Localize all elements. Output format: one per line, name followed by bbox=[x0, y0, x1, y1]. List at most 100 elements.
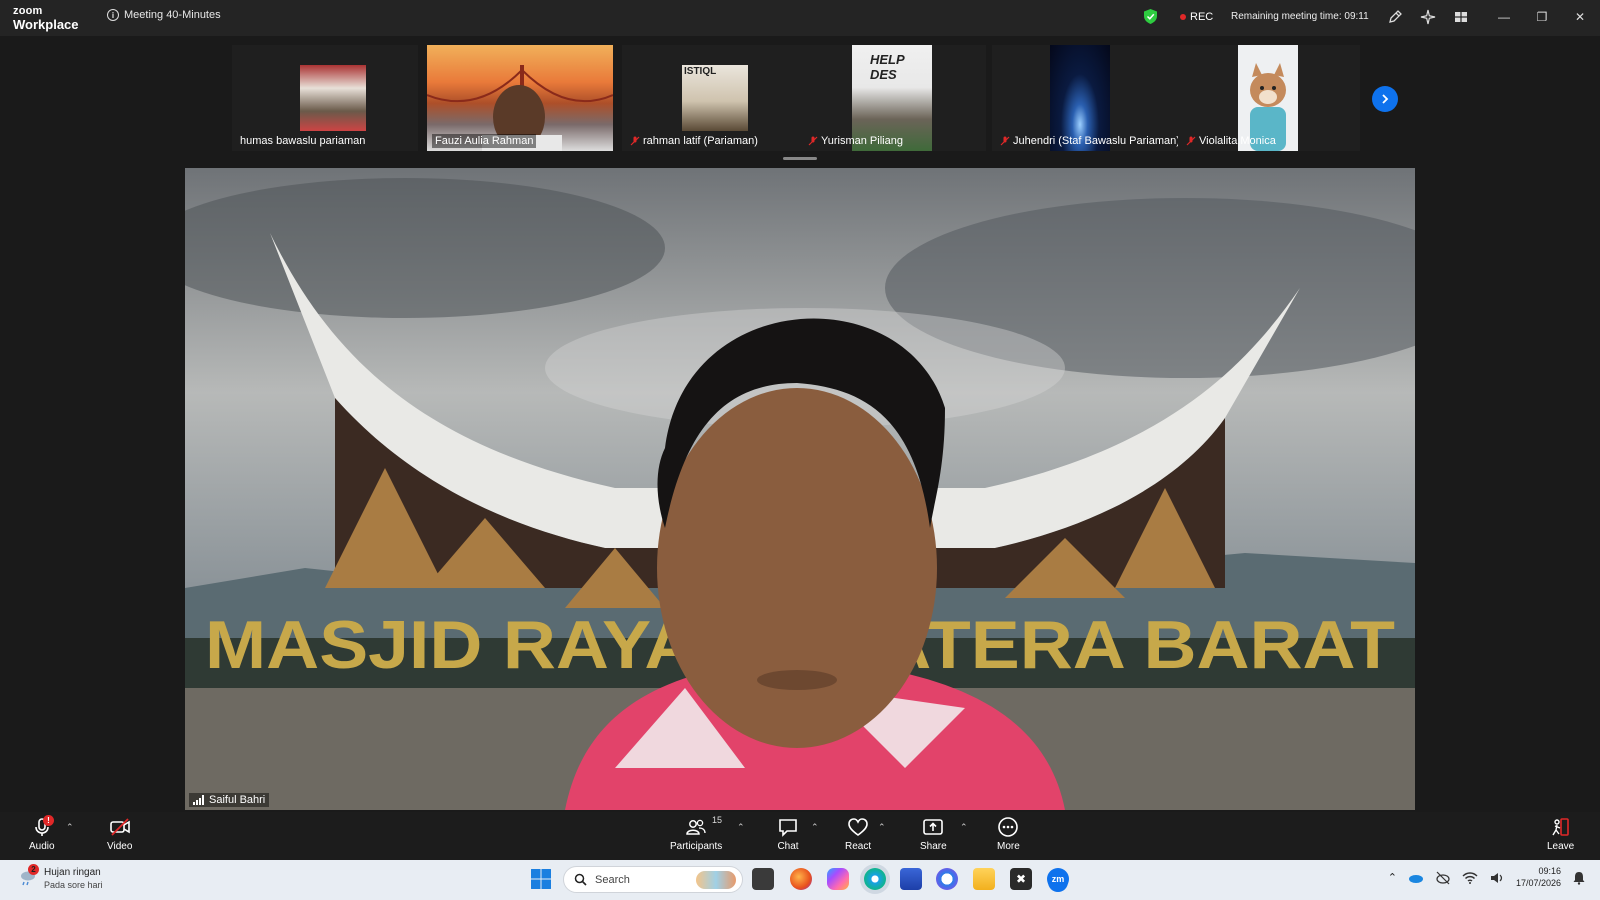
sync-off-icon[interactable] bbox=[1435, 871, 1451, 885]
participant-video: ISTIQL bbox=[682, 65, 748, 131]
chrome-like-browser-icon[interactable] bbox=[936, 868, 958, 890]
annotate-pen-icon[interactable] bbox=[1387, 9, 1403, 25]
clock-date: 17/07/2026 bbox=[1515, 877, 1561, 888]
capcut-icon[interactable]: ✖ bbox=[1010, 868, 1032, 890]
leave-door-icon bbox=[1552, 818, 1569, 836]
zoom-workplace-logo: zoom Workplace bbox=[13, 5, 79, 32]
weather-badge: 2 bbox=[28, 864, 39, 875]
participant-name: Fauzi Aulia Rahman bbox=[432, 134, 537, 148]
participant-strip: humas bawaslu pariaman Fauzi Aulia Rahma… bbox=[232, 45, 1360, 151]
speaker-name-tag: Saiful Bahri bbox=[189, 793, 270, 807]
weather-widget[interactable]: 2 Hujan ringan Pada sore hari bbox=[18, 864, 103, 890]
file-explorer-icon[interactable] bbox=[973, 868, 995, 890]
weather-rain-icon: 2 bbox=[18, 864, 39, 887]
recording-indicator[interactable]: REC bbox=[1180, 11, 1213, 23]
remaining-time: Remaining meeting time: 09:11 bbox=[1231, 11, 1369, 22]
participant-tile[interactable]: humas bawaslu pariaman bbox=[232, 45, 418, 151]
share-button[interactable]: Share bbox=[920, 816, 947, 852]
participants-options-caret[interactable]: ⌃ bbox=[737, 822, 745, 833]
connection-signal-icon bbox=[193, 795, 204, 805]
task-view-icon[interactable] bbox=[752, 868, 774, 890]
share-options-caret[interactable]: ⌃ bbox=[960, 822, 968, 833]
system-tray: ⌃ 09:16 17/07/2026 bbox=[1388, 866, 1586, 889]
chevron-right-icon bbox=[1382, 94, 1389, 104]
heart-icon bbox=[848, 818, 868, 836]
weather-title: Hujan ringan bbox=[44, 867, 101, 878]
windows-taskbar: 2 Hujan ringan Pada sore hari Search ✖ z… bbox=[0, 860, 1600, 900]
taskbar-search[interactable]: Search bbox=[563, 866, 743, 893]
active-speaker-video: MASJID RAYA SUMATERA BARAT Saiful Bahri bbox=[185, 168, 1415, 810]
chat-bubble-icon bbox=[779, 819, 797, 837]
meeting-info-button[interactable]: i Meeting 40-Minutes bbox=[107, 9, 221, 21]
show-hidden-icons-chevron-up-icon[interactable]: ⌃ bbox=[1388, 871, 1397, 884]
chat-options-caret[interactable]: ⌃ bbox=[811, 822, 819, 833]
audio-button[interactable]: Audio ! bbox=[29, 815, 55, 852]
participant-video bbox=[300, 65, 366, 131]
speaker-name: Saiful Bahri bbox=[209, 794, 266, 806]
record-dot-icon bbox=[1180, 14, 1186, 20]
onedrive-cloud-icon[interactable] bbox=[1408, 872, 1424, 884]
ai-companion-sparkle-icon[interactable] bbox=[1420, 9, 1436, 25]
participants-button[interactable]: Participants 15 bbox=[670, 815, 723, 852]
participant-name: Juhendri (Staf Bawaslu Pariaman) bbox=[997, 134, 1178, 148]
virtual-background: MASJID RAYA SUMATERA BARAT bbox=[185, 168, 1415, 810]
participant-tile[interactable]: ISTIQL rahman latif (Pariaman) bbox=[622, 45, 808, 151]
search-icon bbox=[574, 873, 587, 886]
windows-start-icon[interactable] bbox=[530, 868, 552, 890]
weather-subtitle: Pada sore hari bbox=[44, 880, 103, 890]
strip-resize-handle[interactable] bbox=[783, 157, 817, 160]
meeting-title: Meeting 40-Minutes bbox=[124, 9, 221, 21]
video-off-icon bbox=[109, 818, 130, 836]
edge-browser-icon[interactable] bbox=[864, 868, 886, 890]
meeting-controls: Audio ! ⌃ Video Participants 15 ⌃ Chat ⌃ bbox=[0, 812, 1600, 860]
volume-icon[interactable] bbox=[1489, 871, 1505, 885]
participant-tile[interactable]: Juhendri (Staf Bawaslu Pariaman) bbox=[992, 45, 1178, 151]
taskbar-clock[interactable]: 09:16 17/07/2026 bbox=[1516, 866, 1561, 889]
firefox-icon[interactable] bbox=[790, 868, 812, 890]
title-bar: zoom Workplace i Meeting 40-Minutes REC … bbox=[0, 0, 1600, 36]
more-button[interactable]: More bbox=[997, 816, 1020, 852]
share-screen-icon bbox=[923, 819, 944, 835]
zoom-app-icon[interactable]: zm bbox=[1047, 868, 1069, 890]
participants-count: 15 bbox=[712, 815, 723, 825]
participants-icon bbox=[686, 819, 706, 835]
wifi-icon[interactable] bbox=[1462, 871, 1478, 885]
help-sign-text: HELP DES bbox=[870, 52, 905, 82]
logo-workplace-text: Workplace bbox=[13, 17, 79, 32]
encryption-shield-icon[interactable] bbox=[1144, 9, 1157, 24]
participant-tile[interactable]: HELP DES Yurisman Piliang bbox=[800, 45, 986, 151]
audio-options-caret[interactable]: ⌃ bbox=[66, 822, 74, 833]
notification-bell-icon[interactable] bbox=[1572, 871, 1586, 885]
info-icon: i bbox=[107, 9, 119, 21]
leave-button[interactable]: Leave bbox=[1547, 816, 1574, 852]
search-placeholder: Search bbox=[595, 873, 630, 886]
chat-button[interactable]: Chat bbox=[777, 816, 799, 852]
view-grid-icon[interactable] bbox=[1453, 9, 1469, 25]
search-highlight-image bbox=[696, 870, 736, 889]
close-button[interactable]: ✕ bbox=[1572, 9, 1588, 25]
react-button[interactable]: React bbox=[845, 816, 871, 852]
minimize-button[interactable]: — bbox=[1496, 9, 1512, 25]
banner-sign-text: ISTIQL bbox=[684, 66, 717, 77]
participant-name: humas bawaslu pariaman bbox=[240, 135, 366, 147]
next-page-button[interactable] bbox=[1372, 86, 1398, 112]
muted-mic-icon bbox=[630, 136, 640, 146]
video-button[interactable]: Video bbox=[107, 816, 132, 852]
restore-button[interactable]: ❐ bbox=[1534, 9, 1550, 25]
participant-name: Yurisman Piliang bbox=[805, 134, 906, 148]
muted-mic-icon bbox=[1186, 136, 1196, 146]
participant-tile[interactable]: Fauzi Aulia Rahman bbox=[427, 45, 613, 151]
muted-mic-icon bbox=[808, 136, 818, 146]
react-options-caret[interactable]: ⌃ bbox=[878, 822, 886, 833]
rec-label: REC bbox=[1190, 11, 1214, 23]
audio-warning-badge: ! bbox=[43, 815, 54, 826]
microsoft-store-icon[interactable] bbox=[900, 868, 922, 890]
participant-name: Violalita Monica bbox=[1183, 134, 1279, 148]
more-dots-icon bbox=[998, 817, 1019, 837]
participant-tile[interactable]: Violalita Monica bbox=[1178, 45, 1360, 151]
logo-zoom-text: zoom bbox=[13, 5, 43, 17]
participant-name: rahman latif (Pariaman) bbox=[627, 134, 761, 148]
muted-mic-icon bbox=[1000, 136, 1010, 146]
copilot-icon[interactable] bbox=[827, 868, 849, 890]
clock-time: 09:16 bbox=[1538, 866, 1561, 876]
